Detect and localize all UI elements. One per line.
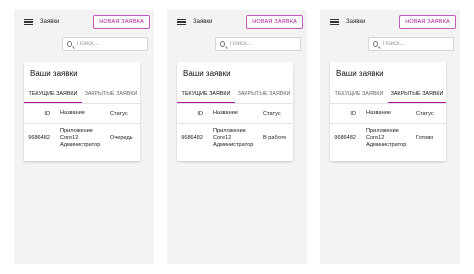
requests-card: Ваши заявки ТЕКУЩИЕ ЗАЯВКИ ЗАКРЫТЫЕ ЗАЯВ… [24,62,140,161]
column-id: ID [350,110,356,117]
table-header: ID Название Статус [330,104,446,124]
top-app-bar: Заявки НОВАЯ ЗАЯВКА [14,10,154,34]
search-field[interactable] [62,37,148,51]
column-status: Статус [110,110,128,117]
table-header: ID Название Статус [24,104,140,124]
requests-card: Ваши заявки ТЕКУЩИЕ ЗАЯВКИ ЗАКРЫТЫЕ ЗАЯВ… [330,62,446,161]
search-field[interactable] [215,37,301,51]
card-title: Ваши заявки [30,69,78,78]
card-title: Ваши заявки [336,69,384,78]
new-request-button[interactable]: НОВАЯ ЗАЯВКА [399,15,456,29]
tabs: ТЕКУЩИЕ ЗАЯВКИ ЗАКРЫТЫЕ ЗАЯВКИ [177,86,293,104]
search-icon [373,41,378,47]
screen-in-progress: Заявки НОВАЯ ЗАЯВКА Ваши заявки ТЕКУЩИЕ … [167,10,307,264]
tab-closed[interactable]: ЗАКРЫТЫЕ ЗАЯВКИ [82,86,140,103]
new-request-button[interactable]: НОВАЯ ЗАЯВКА [246,15,303,29]
hamburger-menu-icon[interactable] [177,18,186,26]
search-input[interactable] [383,41,453,47]
column-id: ID [197,110,203,117]
table-row[interactable]: 9686482 Приложение Core12 Администратор … [330,124,446,152]
app-title: Заявки [193,19,213,25]
row-name: Приложение Core12 Администратор [213,127,254,148]
requests-card: Ваши заявки ТЕКУЩИЕ ЗАЯВКИ ЗАКРЫТЫЕ ЗАЯВ… [177,62,293,161]
search-input[interactable] [77,41,147,47]
tab-current[interactable]: ТЕКУЩИЕ ЗАЯВКИ [330,86,388,103]
card-title: Ваши заявки [183,69,231,78]
column-name: Название [213,110,238,116]
search-field[interactable] [368,37,454,51]
row-id: 9686482 [334,135,356,141]
search-input[interactable] [230,41,300,47]
screen-queue: Заявки НОВАЯ ЗАЯВКА Ваши заявки ТЕКУЩИЕ … [14,10,154,264]
row-status: Очередь [110,135,133,141]
table-header: ID Название Статус [177,104,293,124]
table-row[interactable]: 9686482 Приложение Core12 Администратор … [24,124,140,152]
hamburger-menu-icon[interactable] [330,18,339,26]
column-name: Название [60,110,85,116]
app-title: Заявки [346,19,366,25]
column-status: Статус [416,110,434,117]
row-name: Приложение Core12 Администратор [366,127,407,148]
search-icon [67,41,72,47]
tab-current[interactable]: ТЕКУЩИЕ ЗАЯВКИ [24,86,82,103]
tabs: ТЕКУЩИЕ ЗАЯВКИ ЗАКРЫТЫЕ ЗАЯВКИ [330,86,446,104]
hamburger-menu-icon[interactable] [24,18,33,26]
screen-closed: Заявки НОВАЯ ЗАЯВКА Ваши заявки ТЕКУЩИЕ … [320,10,460,264]
row-name: Приложение Core12 Администратор [60,127,101,148]
column-status: Статус [263,110,281,117]
column-name: Название [366,110,391,116]
tabs: ТЕКУЩИЕ ЗАЯВКИ ЗАКРЫТЫЕ ЗАЯВКИ [24,86,140,104]
row-status: Готово [416,135,434,141]
table-row[interactable]: 9686482 Приложение Core12 Администратор … [177,124,293,152]
column-id: ID [44,110,50,117]
top-app-bar: Заявки НОВАЯ ЗАЯВКА [320,10,460,34]
tab-current[interactable]: ТЕКУЩИЕ ЗАЯВКИ [177,86,235,103]
top-app-bar: Заявки НОВАЯ ЗАЯВКА [167,10,307,34]
app-title: Заявки [40,19,60,25]
row-id: 9686482 [181,135,203,141]
row-status: В работе [263,135,287,141]
new-request-button[interactable]: НОВАЯ ЗАЯВКА [93,15,150,29]
tab-closed[interactable]: ЗАКРЫТЫЕ ЗАЯВКИ [235,86,293,103]
row-id: 9686482 [28,135,50,141]
search-icon [220,41,225,47]
tab-closed[interactable]: ЗАКРЫТЫЕ ЗАЯВКИ [388,86,446,103]
